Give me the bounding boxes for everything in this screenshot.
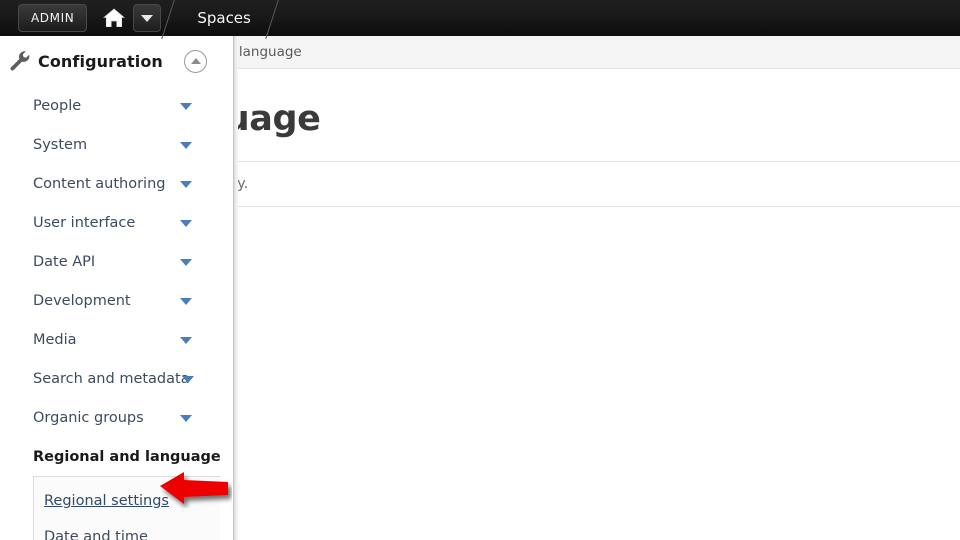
chevron-down-icon[interactable] — [180, 219, 192, 227]
overlay-header: Configuration — [0, 42, 233, 80]
annotation-arrow-icon — [158, 470, 232, 508]
menu-item-search-and-metadata[interactable]: Search and metadata — [0, 359, 233, 398]
toolbar-item-spaces[interactable]: Spaces — [183, 0, 265, 36]
menu-item-label: Organic groups — [33, 409, 144, 426]
chevron-down-icon[interactable] — [180, 258, 192, 266]
menu-item-development[interactable]: Development — [0, 281, 233, 320]
menu-item-user-interface[interactable]: User interface — [0, 203, 233, 242]
chevron-down-icon[interactable] — [180, 297, 192, 305]
chevron-down-icon[interactable] — [180, 414, 192, 422]
menu-item-label: Content authoring — [33, 175, 166, 192]
menu-item-people[interactable]: People — [0, 86, 233, 125]
overlay-title: Configuration — [38, 51, 163, 71]
chevron-up-circle-icon[interactable] — [184, 49, 207, 73]
menu-item-organic-groups[interactable]: Organic groups — [0, 398, 233, 437]
menu-item-label: System — [33, 136, 88, 153]
menu-item-content-authoring[interactable]: Content authoring — [0, 164, 233, 203]
menu-item-date-api[interactable]: Date API — [0, 242, 233, 281]
chevron-down-icon[interactable] — [180, 336, 192, 344]
admin-button[interactable]: ADMIN — [18, 4, 88, 32]
chevron-down-icon[interactable] — [182, 375, 194, 383]
menu-item-label: User interface — [33, 214, 136, 231]
menu-item-label: Regional and language — [33, 448, 221, 465]
triangle-up-glyph — [190, 58, 201, 64]
menu-item-system[interactable]: System — [0, 125, 233, 164]
toolbar-separator — [265, 0, 287, 36]
submenu-item-date-and-time[interactable]: Date and time — [34, 519, 220, 540]
menu-item-label: Media — [33, 331, 77, 348]
chevron-down-icon — [141, 14, 154, 22]
toolbar-dropdown-button[interactable] — [133, 4, 162, 32]
menu-item-label: People — [33, 97, 82, 114]
admin-toolbar: ADMIN Spaces — [0, 0, 960, 36]
home-icon[interactable] — [99, 3, 129, 33]
chevron-down-icon[interactable] — [180, 102, 192, 110]
configuration-overlay-panel: Configuration People System Content auth… — [0, 36, 233, 540]
overlay-scrollbar[interactable] — [233, 36, 238, 540]
chevron-down-icon[interactable] — [180, 180, 192, 188]
chevron-down-icon[interactable] — [180, 141, 192, 149]
screen-root: n » Configuration » Regional and languag… — [0, 0, 960, 540]
menu-item-label: Development — [33, 292, 131, 309]
menu-item-media[interactable]: Media — [0, 320, 233, 359]
wrench-icon — [8, 49, 32, 73]
menu-item-label: Search and metadata — [33, 370, 190, 387]
menu-item-label: Date API — [33, 253, 96, 270]
toolbar-separator — [161, 0, 183, 36]
